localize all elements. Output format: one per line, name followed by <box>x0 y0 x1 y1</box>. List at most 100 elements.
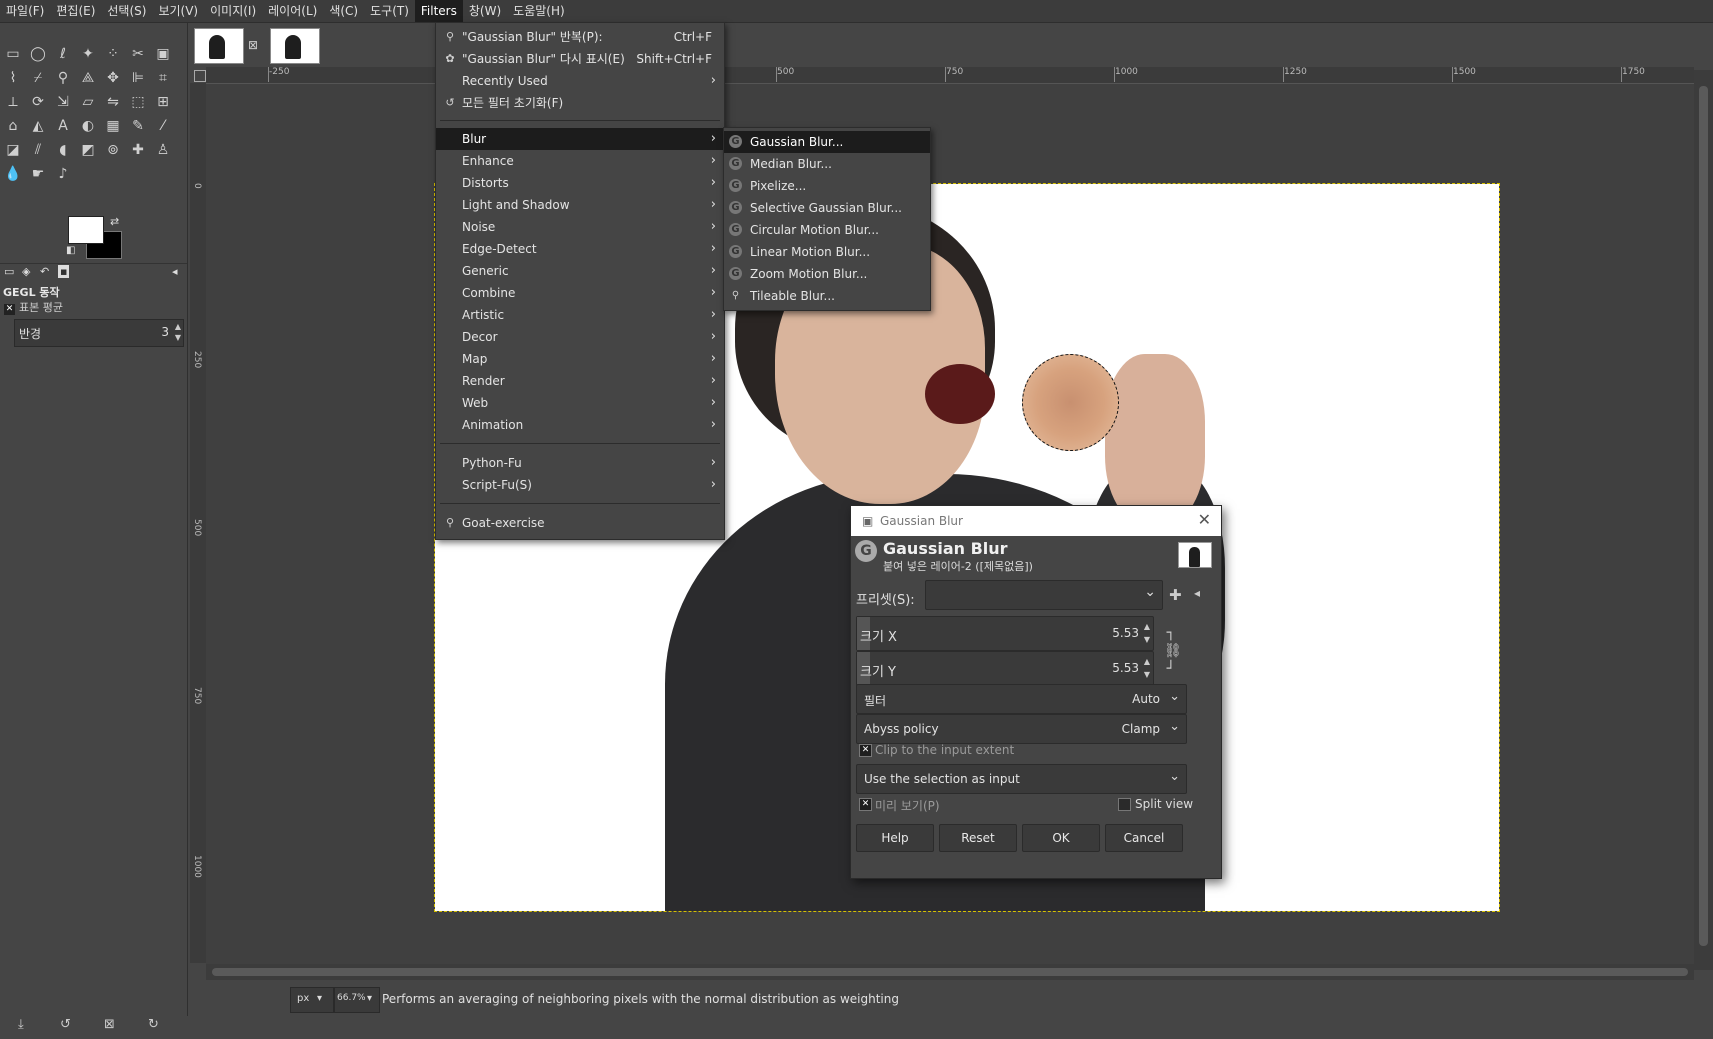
filter-combo[interactable]: 필터 Auto ⌄ <box>856 684 1187 714</box>
scrollbar-thumb[interactable] <box>1699 86 1708 946</box>
chain-link-icon[interactable]: ┐ ⛓ ┘ <box>1164 624 1182 678</box>
menu-edit[interactable]: 편집(E) <box>50 0 101 22</box>
horizontal-scrollbar[interactable] <box>206 964 1694 980</box>
abyss-policy-combo[interactable]: Abyss policy Clamp ⌄ <box>856 714 1187 744</box>
close-icon[interactable]: ✕ <box>4 304 15 315</box>
menu-filters[interactable]: Filters <box>414 0 463 22</box>
scrollbar-thumb[interactable] <box>212 968 1688 976</box>
presets-combo[interactable]: ⌄ <box>925 580 1163 610</box>
input-source-combo[interactable]: Use the selection as input ⌄ <box>856 764 1187 794</box>
color-select-icon[interactable]: ⁘ <box>102 43 124 65</box>
menu-item-goat-exercise[interactable]: ⚲ Goat-exercise <box>436 512 724 534</box>
menu-item-median-blur[interactable]: G Median Blur... <box>724 153 930 175</box>
paths-icon[interactable]: ⌇ <box>2 67 24 89</box>
menu-item-reshow-last[interactable]: ✿ "Gaussian Blur" 다시 표시(E) Shift+Ctrl+F <box>436 48 724 70</box>
radius-value[interactable]: 3 <box>161 325 169 339</box>
pattern-icon[interactable]: ▦ <box>102 115 124 137</box>
eraser-icon[interactable]: ◪ <box>2 139 24 161</box>
spin-arrows-icon[interactable]: ▲ ▼ <box>1144 620 1150 646</box>
rotate-icon[interactable]: ⟳ <box>27 91 49 113</box>
perspective-clone-icon[interactable]: ♙ <box>152 139 174 161</box>
heal-icon[interactable]: ✚ <box>127 139 149 161</box>
menu-item-blur[interactable]: Blur › <box>436 128 724 150</box>
menu-item-artistic[interactable]: Artistic › <box>436 304 724 326</box>
zoom-icon[interactable]: ⚲ <box>52 67 74 89</box>
size-y-value[interactable]: 5.53 <box>1112 661 1139 675</box>
unified-transform-icon[interactable]: ⟂ <box>2 91 24 113</box>
help-button[interactable]: Help <box>856 824 934 852</box>
menu-layer[interactable]: 레이어(L) <box>262 0 323 22</box>
ok-button[interactable]: OK <box>1022 824 1100 852</box>
menu-item-distorts[interactable]: Distorts › <box>436 172 724 194</box>
menu-item-light-and-shadow[interactable]: Light and Shadow › <box>436 194 724 216</box>
delete-options-icon[interactable]: ⊠ <box>104 1017 115 1032</box>
menu-item-circular-motion-blur[interactable]: G Circular Motion Blur... <box>724 219 930 241</box>
ruler-corner-icon[interactable] <box>194 70 206 82</box>
warp-transform-icon[interactable]: ⌂ <box>2 115 24 137</box>
text-tool-icon[interactable]: A <box>52 115 74 137</box>
menu-view[interactable]: 보기(V) <box>152 0 204 22</box>
perspective-icon[interactable]: ⬚ <box>127 91 149 113</box>
vertical-scrollbar[interactable] <box>1694 70 1713 970</box>
menu-item-web[interactable]: Web › <box>436 392 724 414</box>
menu-item-generic[interactable]: Generic › <box>436 260 724 282</box>
move-icon[interactable]: ✥ <box>102 67 124 89</box>
menu-image[interactable]: 이미지(I) <box>204 0 262 22</box>
menu-item-gaussian-blur[interactable]: G Gaussian Blur... <box>724 131 930 153</box>
close-icon[interactable]: ✕ <box>1198 510 1211 529</box>
menu-windows[interactable]: 창(W) <box>463 0 507 22</box>
dodge-burn-icon[interactable]: ♪ <box>52 163 74 185</box>
pencil-icon[interactable]: ✎ <box>127 115 149 137</box>
scale-icon[interactable]: ⇲ <box>52 91 74 113</box>
color-picker-icon[interactable]: ⌿ <box>27 67 49 89</box>
scissors-icon[interactable]: ✂ <box>127 43 149 65</box>
clone-icon[interactable]: ⊚ <box>102 139 124 161</box>
menu-item-pixelize[interactable]: G Pixelize... <box>724 175 930 197</box>
cage-transform-icon[interactable]: ⊞ <box>152 91 174 113</box>
zoom-select[interactable]: 66.7% ▾ <box>334 987 380 1013</box>
menu-item-linear-motion-blur[interactable]: G Linear Motion Blur... <box>724 241 930 263</box>
menu-item-map[interactable]: Map › <box>436 348 724 370</box>
preview-checkbox[interactable]: ✕ <box>859 798 872 811</box>
restore-options-icon[interactable]: ↺ <box>60 1017 71 1032</box>
blurred-selection[interactable] <box>1022 354 1119 451</box>
unit-select[interactable]: px ▾ <box>290 987 334 1013</box>
menu-item-script-fu[interactable]: Script-Fu(S) › <box>436 474 724 496</box>
spin-arrows-icon[interactable]: ▲ ▼ <box>175 321 181 343</box>
smudge-icon[interactable]: ☛ <box>27 163 49 185</box>
fuzzy-select-icon[interactable]: ✦ <box>77 43 99 65</box>
ellipse-select-icon[interactable]: ◯ <box>27 43 49 65</box>
close-tab-icon[interactable]: ⊠ <box>248 38 258 52</box>
size-y-slider[interactable]: 크기 Y 5.53 ▲ ▼ <box>856 651 1154 686</box>
menu-item-recently-used[interactable]: Recently Used › <box>436 70 724 92</box>
add-preset-icon[interactable]: ✚ <box>1169 586 1182 604</box>
menu-colors[interactable]: 색(C) <box>323 0 364 22</box>
menu-item-edge-detect[interactable]: Edge-Detect › <box>436 238 724 260</box>
default-colors-icon[interactable]: ◧ <box>66 245 75 256</box>
image-tab-1[interactable] <box>194 28 244 64</box>
foreground-color-swatch[interactable] <box>68 216 104 244</box>
dialog-titlebar[interactable]: ▣ Gaussian Blur ✕ <box>851 506 1221 536</box>
size-x-value[interactable]: 5.53 <box>1112 626 1139 640</box>
align-icon[interactable]: ⊫ <box>127 67 149 89</box>
rect-select-icon[interactable]: ▭ <box>2 43 24 65</box>
undo-history-tab-icon[interactable]: ↶ <box>40 265 49 278</box>
crop-icon[interactable]: ⌗ <box>152 67 174 89</box>
menu-item-tileable-blur[interactable]: ⚲ Tileable Blur... <box>724 285 930 307</box>
shear-icon[interactable]: ▱ <box>77 91 99 113</box>
menu-select[interactable]: 선택(S) <box>101 0 152 22</box>
blur-sharpen-icon[interactable]: 💧 <box>2 163 24 185</box>
menu-item-reset-all-filters[interactable]: ↺ 모든 필터 초기화(F) <box>436 92 724 114</box>
menu-item-enhance[interactable]: Enhance › <box>436 150 724 172</box>
paintbrush-icon[interactable]: ⁄ <box>152 115 174 137</box>
reset-button[interactable]: Reset <box>939 824 1017 852</box>
mypaint-brush-icon[interactable]: ◩ <box>77 139 99 161</box>
airbrush-icon[interactable]: ⫽ <box>27 139 49 161</box>
foreground-select-icon[interactable]: ▣ <box>152 43 174 65</box>
images-tab-icon[interactable]: ▪ <box>58 265 70 278</box>
dock-menu-icon[interactable]: ◂ <box>172 265 178 278</box>
flip-icon[interactable]: ⇋ <box>102 91 124 113</box>
menu-tools[interactable]: 도구(T) <box>364 0 415 22</box>
size-x-slider[interactable]: 크기 X 5.53 ▲ ▼ <box>856 616 1154 651</box>
spin-arrows-icon[interactable]: ▲ ▼ <box>1144 655 1150 681</box>
